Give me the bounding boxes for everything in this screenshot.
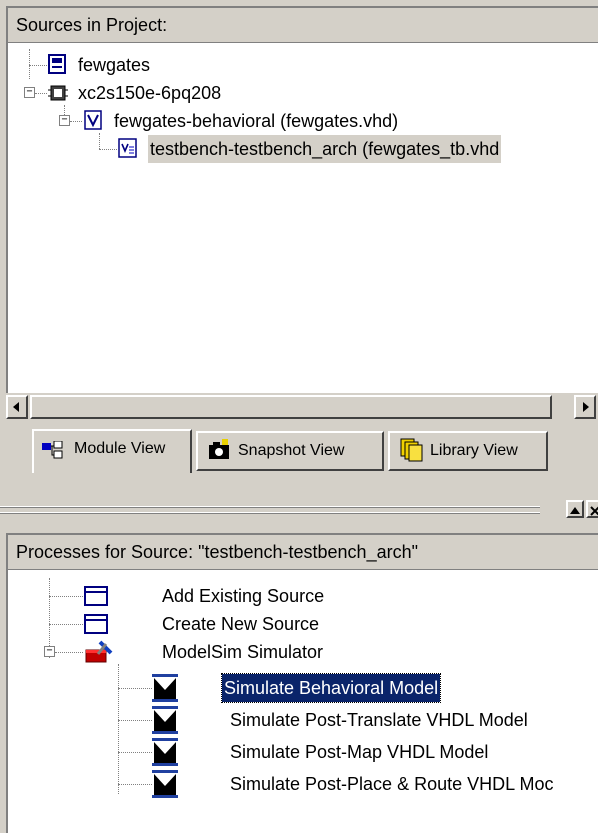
arrow-left-icon — [13, 402, 19, 412]
process-label: Simulate Post-Translate VHDL Model — [230, 710, 528, 730]
toolbox-icon — [85, 640, 113, 663]
chip-icon — [48, 85, 68, 101]
window-icon — [84, 586, 108, 606]
processes-header: Processes for Source: "testbench-testben… — [8, 535, 598, 570]
tab-module-view[interactable]: Module View — [32, 429, 192, 473]
tab-label: Library View — [430, 442, 518, 459]
expand-toggle[interactable]: − — [24, 87, 35, 98]
panel-splitter[interactable] — [0, 496, 598, 526]
tab-library-view[interactable]: Library View — [388, 431, 548, 471]
source-item-label: testbench-testbench_arch (fewgates_tb.vh… — [148, 135, 502, 163]
process-label: Simulate Post-Map VHDL Model — [230, 742, 489, 762]
testbench-icon — [118, 138, 137, 158]
close-button[interactable] — [586, 500, 598, 518]
modelsim-icon — [152, 738, 178, 766]
process-label: ModelSim Simulator — [162, 642, 324, 662]
modelsim-icon — [152, 674, 178, 702]
scroll-right-button[interactable] — [574, 395, 596, 419]
expand-toggle[interactable]: − — [44, 646, 55, 657]
source-item-label: fewgates — [78, 55, 151, 75]
sources-header: Sources in Project: — [8, 8, 598, 43]
restore-button[interactable] — [566, 500, 584, 518]
library-icon — [400, 438, 423, 462]
processes-panel: Processes for Source: "testbench-testben… — [6, 533, 598, 833]
modelsim-icon — [152, 770, 178, 798]
camera-icon — [209, 439, 229, 459]
sources-horizontal-scrollbar[interactable] — [6, 393, 598, 423]
tab-label: Module View — [74, 440, 166, 457]
source-item-label: xc2s150e-6pq208 — [78, 83, 222, 103]
arrow-right-icon — [583, 402, 589, 412]
window-icon — [84, 614, 108, 634]
process-label: Create New Source — [162, 614, 320, 634]
process-label: Simulate Post-Place & Route VHDL Moc — [230, 774, 554, 794]
scrollbar-thumb[interactable] — [30, 395, 552, 419]
module-view-icon — [42, 441, 63, 459]
modelsim-icon — [152, 706, 178, 734]
scroll-left-button[interactable] — [6, 395, 28, 419]
source-item-label: fewgates-behavioral (fewgates.vhd) — [114, 111, 399, 131]
arrow-up-icon — [570, 507, 580, 514]
close-icon — [590, 506, 598, 516]
sources-panel: Sources in Project: fewgates − xc2s150e-… — [6, 6, 598, 394]
project-file-icon — [48, 54, 66, 74]
tab-label: Snapshot View — [238, 442, 345, 459]
process-label: Simulate Behavioral Model — [220, 673, 442, 703]
vhdl-file-icon — [84, 110, 102, 130]
process-label: Add Existing Source — [162, 586, 325, 606]
expand-toggle[interactable]: − — [59, 115, 70, 126]
tab-snapshot-view[interactable]: Snapshot View — [196, 431, 384, 471]
view-tabs: Module View Snapshot View Library View — [0, 423, 598, 483]
